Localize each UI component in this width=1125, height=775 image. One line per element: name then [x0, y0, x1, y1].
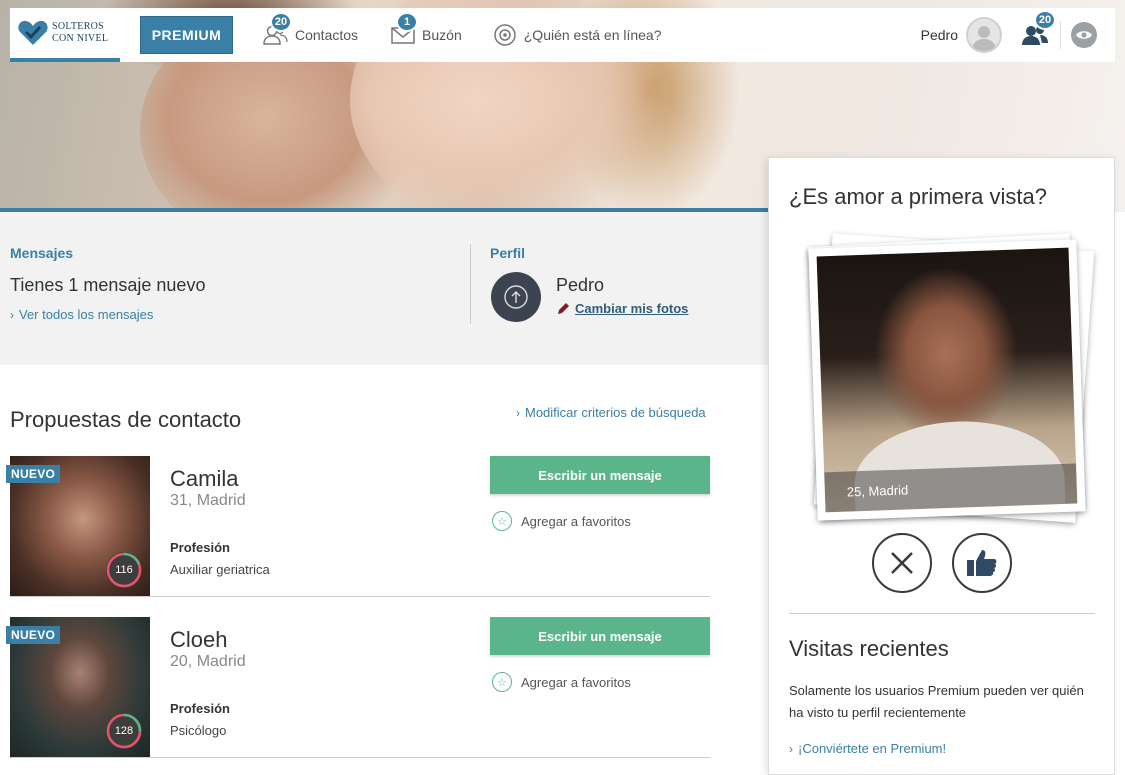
- modify-criteria-label: Modificar criterios de búsqueda: [525, 405, 706, 420]
- love-panel: ¿Es amor a primera vista? 25, Madrid Vis…: [768, 157, 1115, 775]
- contacts-badge: 20: [270, 12, 292, 32]
- compat-score: 128: [106, 713, 142, 749]
- chevron-right-icon: ›: [10, 308, 14, 322]
- info-strip: Mensajes Tienes 1 mensaje nuevo › Ver tod…: [0, 212, 768, 365]
- go-premium-link[interactable]: › ¡Conviértete en Premium!: [789, 740, 946, 758]
- proposal-age-city: 31, Madrid: [170, 492, 246, 509]
- proposal-card: NUEVO 116 Camila 31, Madrid Profesión Au…: [6, 456, 710, 597]
- photo-stack[interactable]: 25, Madrid: [803, 233, 1095, 526]
- new-badge: NUEVO: [6, 465, 61, 483]
- nav-who-online[interactable]: ¿Quién está en línea?: [490, 20, 662, 50]
- new-badge: NUEVO: [6, 626, 61, 644]
- logo-line-1: SOLTEROS: [52, 21, 105, 32]
- top-nav: SOLTEROS CON NIVEL PREMIUM 20 Contactos …: [10, 8, 1115, 62]
- nav-who-online-label: ¿Quién está en línea?: [523, 27, 662, 43]
- visits-text: Solamente los usuarios Premium pueden ve…: [789, 683, 1084, 720]
- logo-text: SOLTEROS CON NIVEL: [52, 21, 108, 45]
- stack-card-front: 25, Madrid: [808, 239, 1086, 521]
- premium-button[interactable]: PREMIUM: [140, 16, 233, 54]
- profession-label: Profesión: [170, 540, 230, 555]
- messages-title: Mensajes: [10, 245, 74, 261]
- messages-link-label: Ver todos los mensajes: [19, 307, 154, 322]
- compat-score-value: 128: [114, 725, 134, 737]
- write-message-button[interactable]: Escribir un mensaje: [490, 456, 710, 494]
- add-favorite-link[interactable]: ☆ Agregar a favoritos: [492, 672, 631, 692]
- go-premium-label: ¡Conviértete en Premium!: [798, 741, 947, 756]
- close-icon: [891, 552, 913, 574]
- avatar-placeholder-icon: [972, 26, 996, 51]
- chevron-right-icon: ›: [789, 742, 793, 756]
- visitors-icon[interactable]: 20: [1020, 10, 1056, 50]
- profile-photo-upload[interactable]: [491, 272, 541, 322]
- compat-score-value: 116: [115, 564, 133, 576]
- chevron-right-icon: ›: [516, 406, 520, 420]
- messages-text: Tienes 1 mensaje nuevo: [10, 275, 206, 295]
- write-message-button[interactable]: Escribir un mensaje: [490, 617, 710, 655]
- inbox-badge: 1: [396, 12, 419, 32]
- modify-criteria-link[interactable]: › Modificar criterios de búsqueda: [516, 404, 706, 422]
- logo-line-2: CON NIVEL: [52, 33, 109, 44]
- proposal-name[interactable]: Camila: [170, 466, 238, 492]
- star-icon: ☆: [492, 511, 512, 531]
- profile-title: Perfil: [490, 245, 526, 261]
- nav-inbox-label: Buzón: [422, 27, 462, 43]
- nav-user-name[interactable]: Pedro: [921, 27, 958, 43]
- messages-link[interactable]: › Ver todos los mensajes: [10, 306, 153, 324]
- add-favorite-label: Agregar a favoritos: [521, 513, 631, 529]
- love-title: ¿Es amor a primera vista?: [789, 184, 1047, 209]
- nav-inbox[interactable]: 1 Buzón: [388, 12, 462, 50]
- pencil-icon: [558, 302, 569, 314]
- user-avatar[interactable]: [966, 17, 1002, 53]
- add-favorite-link[interactable]: ☆ Agregar a favoritos: [492, 511, 631, 531]
- contacts-icon: 20: [261, 12, 292, 50]
- heart-logo-icon: [18, 20, 48, 45]
- nav-contacts-label: Contactos: [295, 27, 359, 43]
- compat-score: 116: [106, 552, 142, 588]
- visits-title: Visitas recientes: [789, 636, 949, 661]
- logo[interactable]: SOLTEROS CON NIVEL: [10, 8, 120, 62]
- upload-icon: [504, 285, 528, 309]
- add-favorite-label: Agregar a favoritos: [521, 674, 631, 690]
- panel-divider: [789, 613, 1095, 614]
- online-target-icon: [490, 20, 520, 50]
- profession-value: Auxiliar geriatrica: [170, 562, 270, 577]
- proposals-title: Propuestas de contacto: [10, 407, 242, 432]
- eye-icon[interactable]: [1071, 22, 1097, 48]
- envelope-icon: 1: [388, 12, 419, 50]
- change-photos-link[interactable]: Cambiar mis fotos: [556, 301, 688, 316]
- visitors-badge: 20: [1034, 10, 1056, 30]
- like-button[interactable]: [952, 533, 1012, 593]
- strip-divider: [470, 244, 471, 324]
- match-photo-caption: 25, Madrid: [846, 482, 909, 500]
- nav-user-area: Pedro 20: [921, 10, 1115, 53]
- profession-value: Psicólogo: [170, 723, 227, 738]
- change-photos-label: Cambiar mis fotos: [575, 301, 689, 316]
- dislike-button[interactable]: [872, 533, 932, 593]
- proposal-card: NUEVO 128 Cloeh 20, Madrid Profesión Psi…: [6, 617, 710, 758]
- match-photo[interactable]: 25, Madrid: [816, 247, 1078, 513]
- profile-name: Pedro: [556, 275, 605, 295]
- nav-divider: [1060, 21, 1061, 49]
- star-icon: ☆: [492, 672, 512, 692]
- proposal-age-city: 20, Madrid: [170, 653, 246, 670]
- profession-label: Profesión: [170, 701, 230, 716]
- proposal-name[interactable]: Cloeh: [170, 627, 227, 653]
- thumbs-up-icon: [967, 550, 997, 576]
- nav-contacts[interactable]: 20 Contactos: [261, 12, 359, 50]
